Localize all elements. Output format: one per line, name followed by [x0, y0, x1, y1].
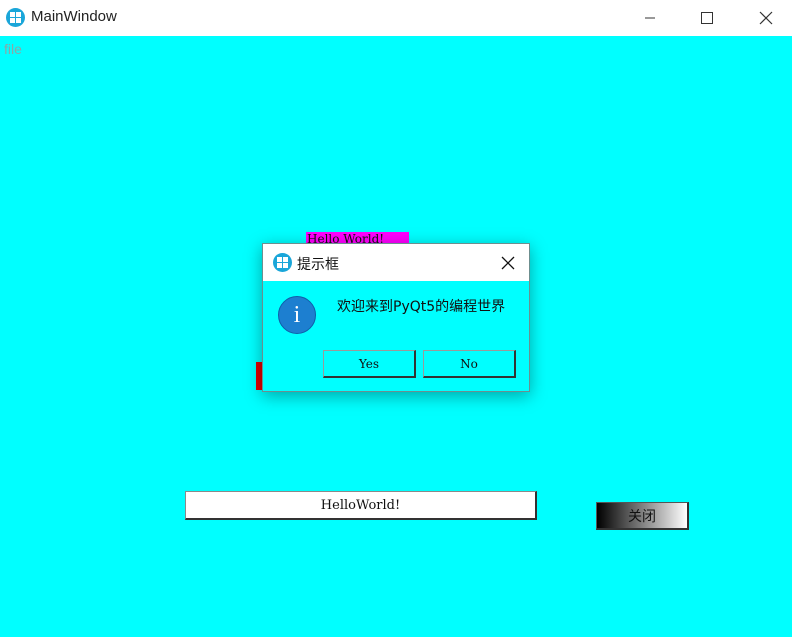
no-button[interactable]: No [423, 350, 516, 378]
maximize-icon [701, 12, 713, 24]
close-button[interactable]: 关闭 [596, 502, 689, 530]
app-icon [6, 8, 25, 27]
info-icon: i [278, 296, 316, 334]
close-icon [501, 256, 515, 270]
dialog-close-button[interactable] [491, 248, 525, 278]
maximize-button[interactable] [679, 0, 735, 36]
message-dialog: 提示框 i 欢迎来到PyQt5的编程世界 Yes No [262, 243, 530, 392]
minimize-icon [645, 17, 655, 19]
menu-file[interactable]: file [4, 41, 22, 57]
close-window-button[interactable] [738, 0, 792, 36]
minimize-button[interactable] [622, 0, 678, 36]
window-titlebar[interactable]: MainWindow [0, 0, 792, 36]
window-title: MainWindow [31, 8, 117, 25]
hello-world-input[interactable]: HelloWorld! [185, 491, 537, 520]
yes-button[interactable]: Yes [323, 350, 416, 378]
dialog-message: 欢迎来到PyQt5的编程世界 [337, 299, 506, 315]
dialog-titlebar[interactable]: 提示框 [263, 244, 529, 281]
dialog-app-icon [273, 253, 292, 272]
dialog-title: 提示框 [297, 257, 339, 273]
close-icon [759, 11, 773, 25]
